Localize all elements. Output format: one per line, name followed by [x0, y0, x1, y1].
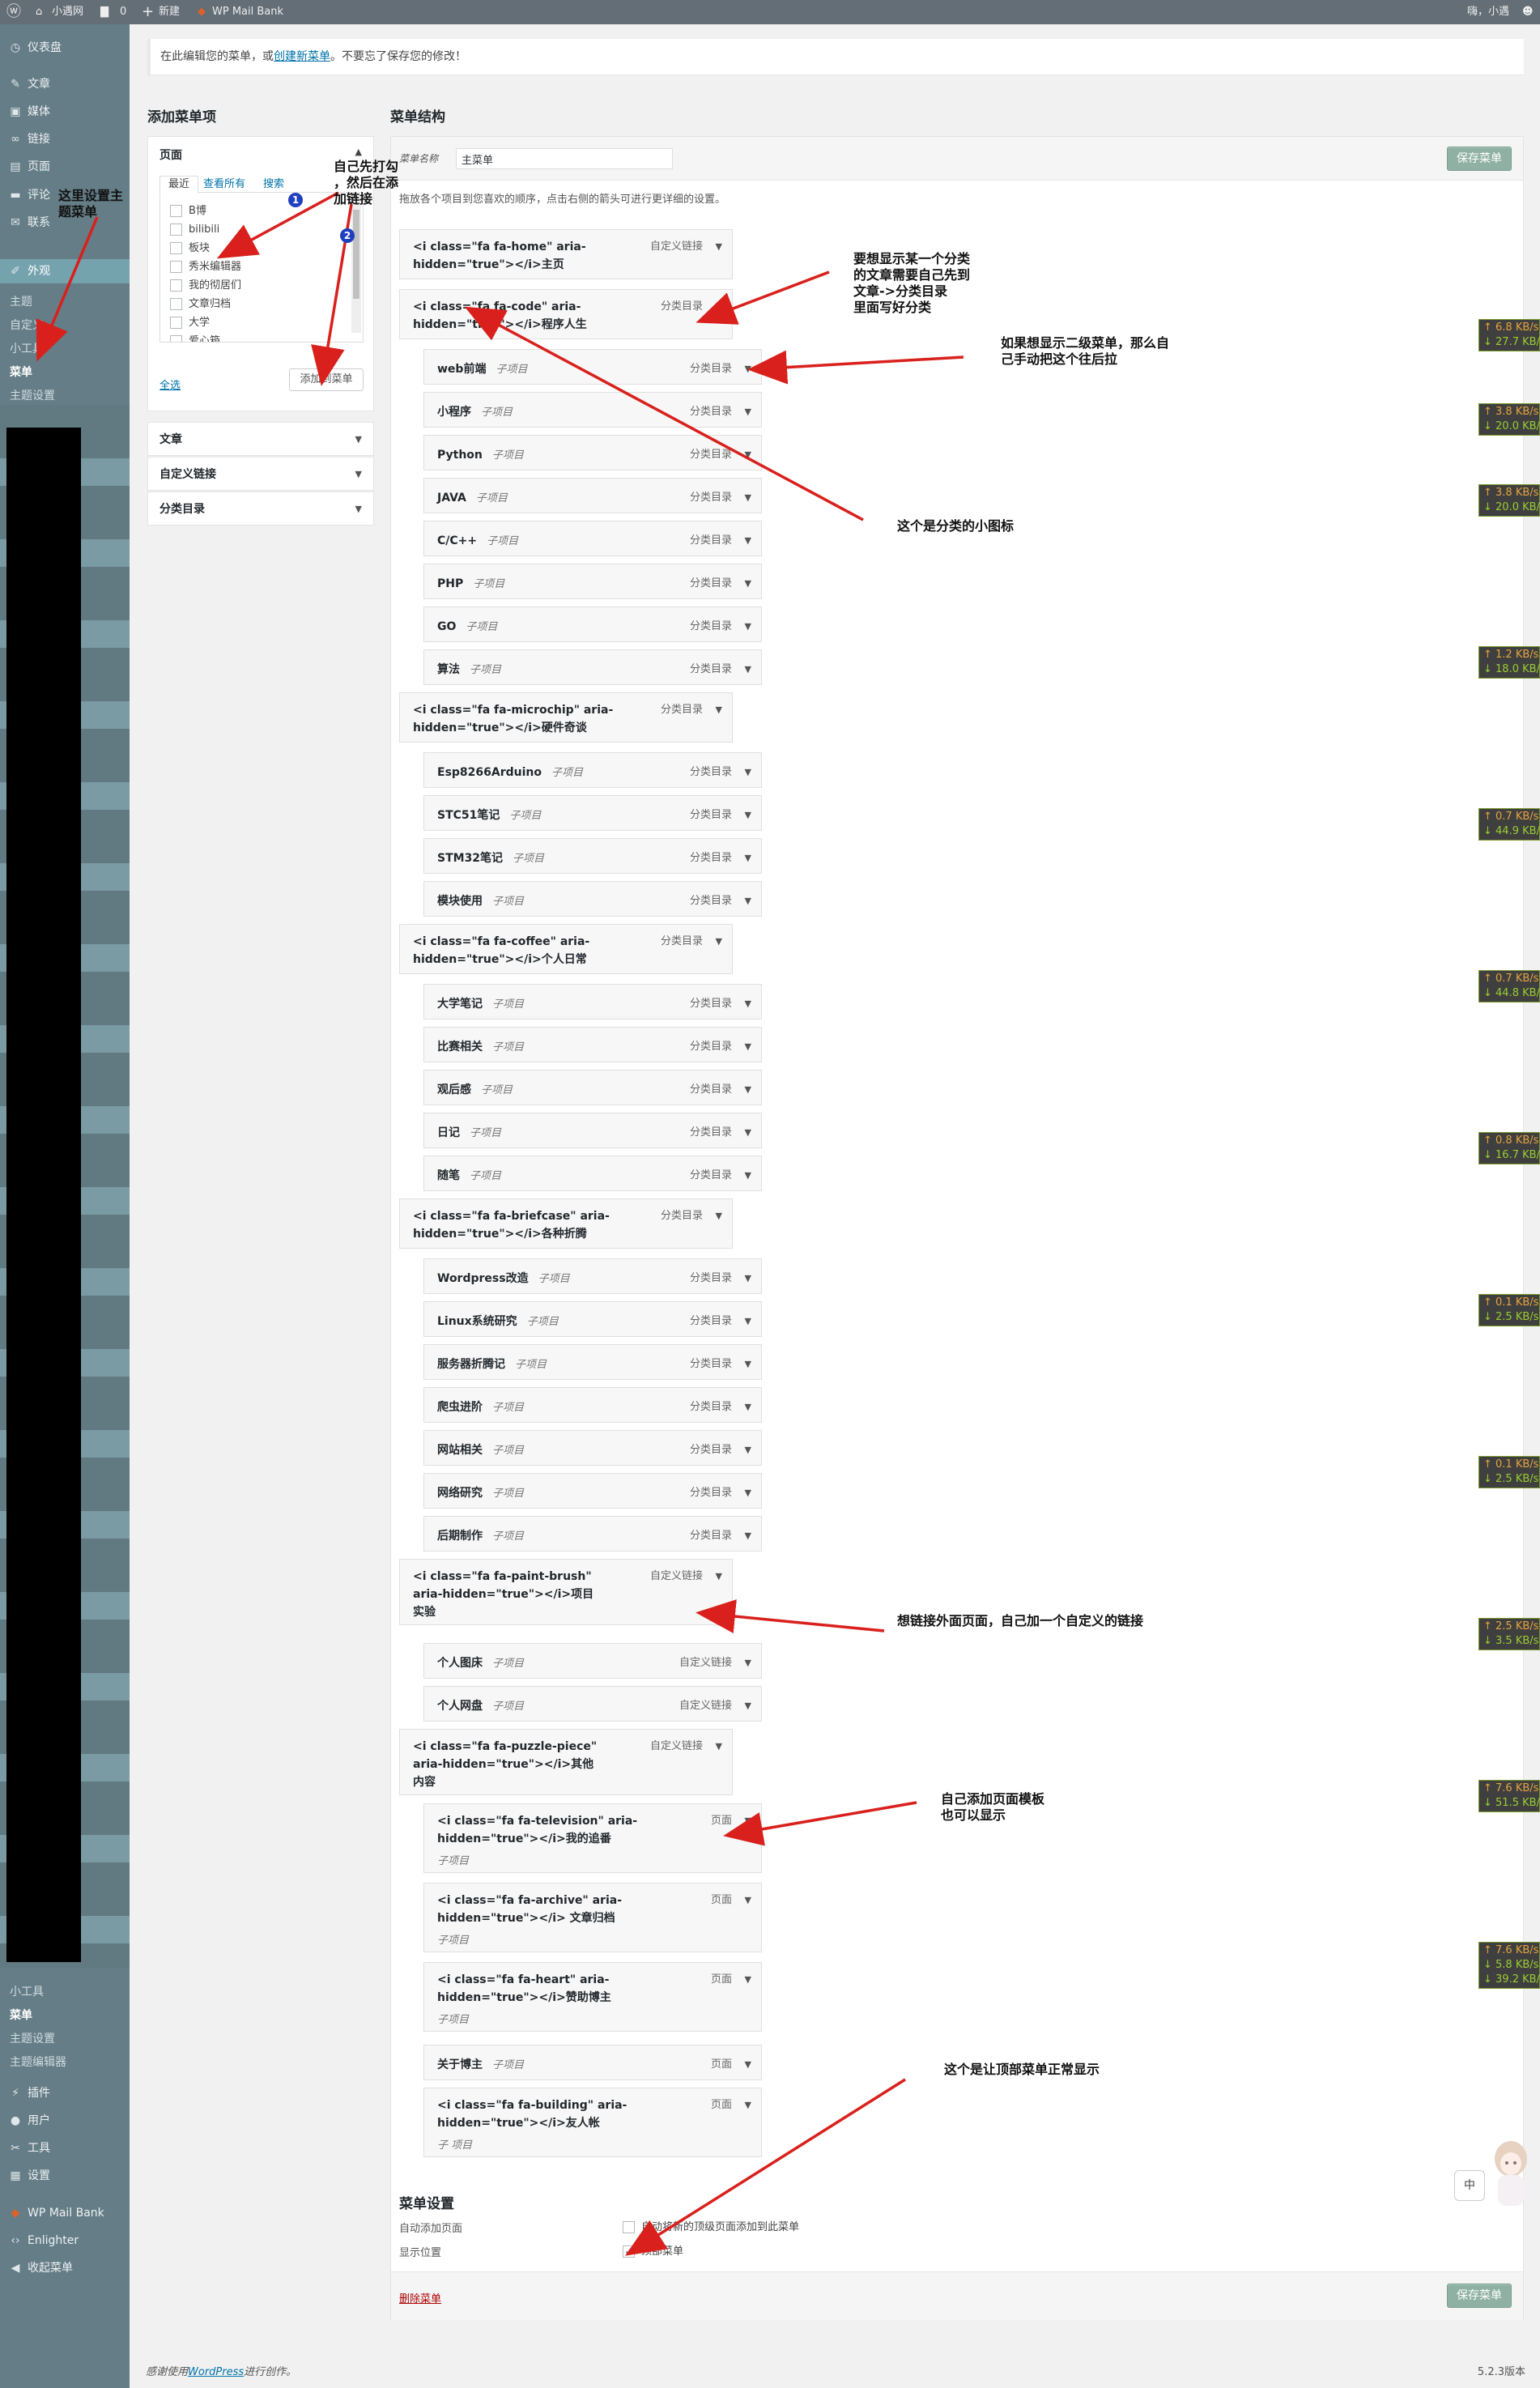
arrow-5 — [747, 350, 964, 385]
annotation-text: 要想显示某一个分类 的文章需要自己先到 文章->分类目录 里面写好分类 — [853, 251, 971, 315]
annotation-text: 这个是分类的小图标 — [897, 518, 1015, 534]
step-marker-2: 2 — [340, 228, 355, 243]
arrow-1 — [36, 216, 99, 362]
annotation-text: 这里设置主 题菜单 — [58, 188, 124, 219]
annotation-text: 自己添加页面模板 也可以显示 — [941, 1791, 1045, 1823]
arrow-9 — [625, 2078, 906, 2256]
annotation-text: 这个是让顶部菜单正常显示 — [944, 2062, 1100, 2077]
footer-text-end: 进行创作。 — [244, 2366, 297, 2378]
annotation-arrows — [36, 191, 964, 2256]
wordpress-link[interactable]: WordPress — [188, 2366, 244, 2378]
arrow-2 — [216, 191, 339, 259]
arrow-4 — [696, 270, 830, 325]
footer-version: 5.2.3版本 — [1477, 2366, 1525, 2378]
footer-thanks: 感谢使用WordPress进行创作。 — [146, 2363, 296, 2378]
arrow-8 — [723, 1801, 917, 1846]
annotation-text: 自己先打勾 ，然后在添 加链接 — [334, 159, 399, 206]
footer-text: 感谢使用 — [146, 2366, 189, 2378]
annotation-text: 想链接外面页面，自己加一个自定义的链接 — [897, 1613, 1144, 1628]
arrow-6 — [464, 306, 864, 521]
arrow-7 — [696, 1599, 885, 1633]
annotation-text: 如果想显示二级菜单，那么自 己手动把这个往后拉 — [1001, 335, 1170, 367]
step-marker-1: 1 — [288, 193, 303, 207]
